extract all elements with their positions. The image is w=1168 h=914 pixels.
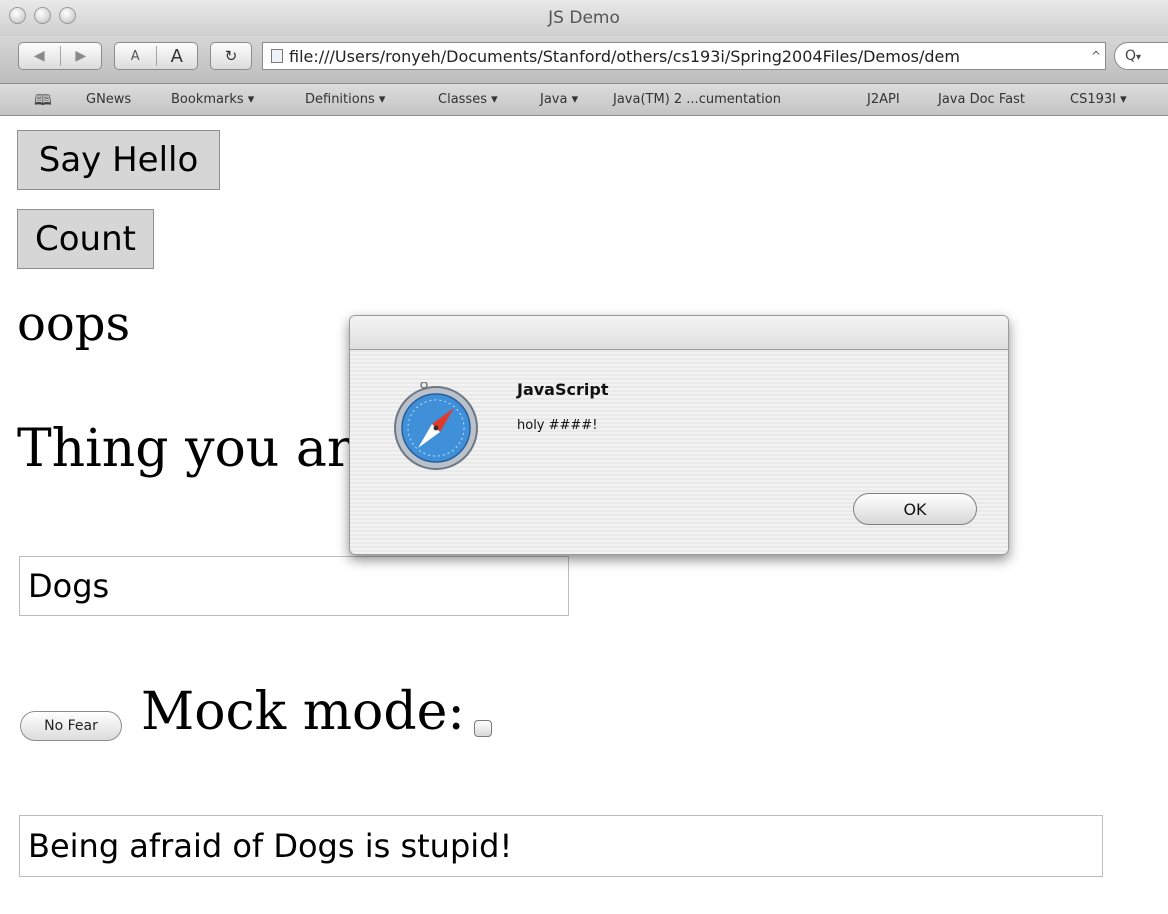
address-bar[interactable]: file:///Users/ronyeh/Documents/Stanford/… [262,42,1106,70]
dialog-title: JavaScript [517,380,609,399]
text-size-buttons: A A [114,42,198,70]
say-hello-button[interactable]: Say Hello [17,130,220,190]
reload-button[interactable]: ↻ [210,42,252,70]
back-icon[interactable]: ◀ [19,48,60,64]
dialog-title-bar [350,316,1008,350]
bookmark-java[interactable]: Java ▾ [540,92,578,107]
bookmark-java-documentation[interactable]: Java(TM) 2 ...cumentation [613,92,781,107]
prompt-text: Thing you are [17,419,383,479]
bookmark-java-doc-fast[interactable]: Java Doc Fast [938,92,1025,107]
search-field[interactable]: Q▾ [1114,42,1168,70]
bookmark-definitions[interactable]: Definitions ▾ [305,92,385,107]
browser-window: JS Demo ◀ ▶ A A ↻ file:///Users/ronyeh/D… [0,0,1168,914]
bookmark-classes[interactable]: Classes ▾ [438,92,498,107]
mock-mode-checkbox[interactable] [474,720,492,737]
reload-icon: ↻ [224,47,238,65]
bookmark-bookmarks[interactable]: Bookmarks ▾ [171,92,254,107]
toolbar: ◀ ▶ A A ↻ file:///Users/ronyeh/Documents… [0,36,1168,84]
safari-compass-icon [394,382,478,470]
dialog-message: holy ####! [517,418,598,433]
bookmarks-book-icon[interactable]: 🕮 [34,90,52,115]
oops-text: oops [17,296,131,352]
page-icon [271,49,283,63]
bookmark-j2api[interactable]: J2API [867,92,900,107]
url-field[interactable]: file:///Users/ronyeh/Documents/Stanford/… [289,47,1087,66]
bookmark-cs193i[interactable]: CS193I ▾ [1070,92,1127,107]
window-title: JS Demo [548,8,620,28]
bookmark-gnews[interactable]: GNews [86,92,131,107]
forward-icon[interactable]: ▶ [61,48,102,64]
chevron-up-icon[interactable]: ^ [1087,49,1105,63]
bookmarks-bar: 🕮 GNews Bookmarks ▾ Definitions ▾ Classe… [0,84,1168,116]
no-fear-button[interactable]: No Fear [20,711,122,741]
text-smaller-button[interactable]: A [115,49,156,64]
count-button[interactable]: Count [17,209,154,269]
alert-dialog: JavaScript holy ####! OK [349,315,1009,555]
search-icon: Q [1125,48,1137,64]
result-output[interactable]: Being afraid of Dogs is stupid! [19,815,1103,877]
chevron-down-icon: ▾ [1136,52,1142,63]
text-bigger-button[interactable]: A [157,46,198,67]
back-forward-buttons: ◀ ▶ [18,42,102,70]
mock-mode-label: Mock mode: [141,682,465,742]
title-bar: JS Demo [0,0,1168,36]
thing-input[interactable]: Dogs [19,556,569,616]
ok-button[interactable]: OK [853,493,977,525]
